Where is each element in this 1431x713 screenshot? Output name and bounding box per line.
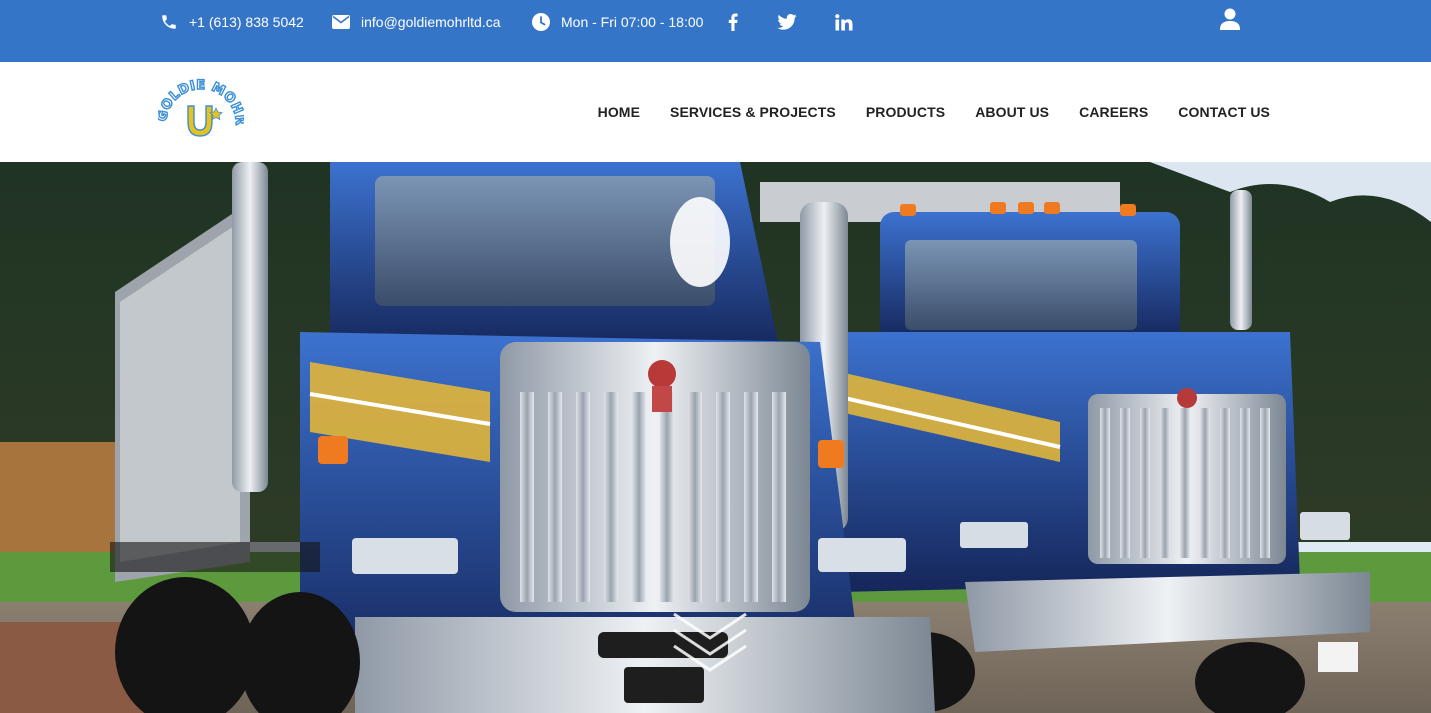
nav-products[interactable]: PRODUCTS (866, 104, 945, 120)
truck-left (110, 162, 935, 713)
account-button[interactable] (1219, 7, 1241, 31)
nav-services-projects[interactable]: SERVICES & PROJECTS (670, 104, 836, 120)
phone-icon (162, 15, 176, 29)
svg-text:GOLDIE MOHR LTD: GOLDIE MOHR LTD (158, 78, 244, 126)
top-contact-bar: +1 (613) 838 5042 info@goldiemohrltd.ca … (0, 0, 1431, 62)
linkedin-icon (835, 13, 853, 30)
main-navigation: HOME SERVICES & PROJECTS PRODUCTS ABOUT … (598, 62, 1270, 162)
hero-banner (0, 162, 1431, 713)
goldie-mohr-logo: GOLDIE MOHR LTD (152, 66, 247, 137)
facebook-icon (728, 13, 738, 31)
nav-home[interactable]: HOME (598, 104, 640, 120)
phone-contact[interactable]: +1 (613) 838 5042 (160, 0, 304, 44)
twitter-link[interactable] (776, 11, 798, 33)
opening-hours: Mon - Fri 07:00 - 18:00 (532, 0, 703, 44)
scroll-down-button[interactable] (672, 610, 748, 676)
site-header: GOLDIE MOHR LTD HOME SERVICES & PROJECTS… (0, 62, 1431, 162)
phone-number: +1 (613) 838 5042 (189, 14, 304, 30)
double-chevron-down-icon (673, 612, 747, 672)
facebook-link[interactable] (722, 11, 744, 33)
email-address: info@goldiemohrltd.ca (361, 14, 501, 30)
hours-text: Mon - Fri 07:00 - 18:00 (561, 14, 704, 30)
nav-about-us[interactable]: ABOUT US (975, 104, 1049, 120)
clock-icon (532, 13, 550, 31)
company-logo[interactable]: GOLDIE MOHR LTD (152, 66, 247, 142)
user-icon (1220, 8, 1240, 30)
linkedin-link[interactable] (833, 11, 855, 33)
nav-contact-us[interactable]: CONTACT US (1178, 104, 1270, 120)
email-contact[interactable]: info@goldiemohrltd.ca (332, 0, 501, 44)
nav-careers[interactable]: CAREERS (1079, 104, 1148, 120)
twitter-icon (777, 14, 797, 30)
envelope-icon (332, 15, 350, 29)
